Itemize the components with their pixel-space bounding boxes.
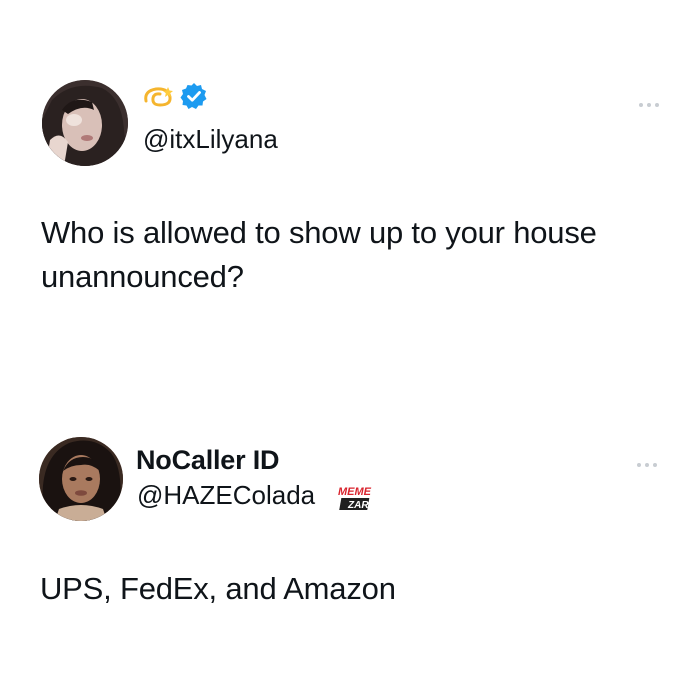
- avatar[interactable]: [42, 80, 128, 166]
- name-emojis: [142, 82, 208, 110]
- display-name[interactable]: NoCaller ID: [136, 445, 280, 476]
- ellipsis-icon[interactable]: [639, 100, 659, 110]
- handle[interactable]: @itxLilyana: [143, 124, 278, 155]
- ellipsis-icon[interactable]: [637, 460, 657, 470]
- tweet-screenshot: @itxLilyana Who is allowed to show up to…: [0, 0, 700, 700]
- tweet-original: @itxLilyana Who is allowed to show up to…: [0, 0, 700, 380]
- watermark-line1: MEME: [338, 486, 372, 498]
- verified-badge-icon: [180, 83, 207, 109]
- tweet-text: Who is allowed to show up to your house …: [41, 215, 597, 294]
- dizzy-emoji-icon: [144, 87, 173, 107]
- avatar[interactable]: [39, 437, 123, 521]
- memezar-watermark: MEME ZAR: [336, 483, 380, 513]
- watermark-line2: ZAR: [347, 500, 369, 511]
- handle[interactable]: @HAZEColada: [137, 480, 315, 511]
- tweet-text: UPS, FedEx, and Amazon: [40, 571, 396, 606]
- tweet-reply: NoCaller ID @HAZEColada MEME ZAR UPS, Fe…: [0, 380, 700, 700]
